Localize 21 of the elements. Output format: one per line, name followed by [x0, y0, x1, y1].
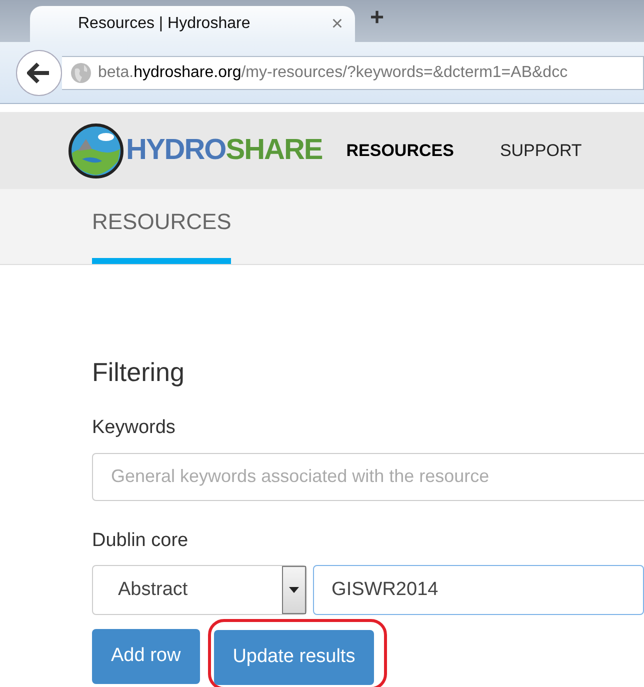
action-button[interactable]: Add row: [92, 629, 200, 684]
nav-link[interactable]: RESOURCES: [346, 138, 454, 164]
back-arrow-icon: [27, 62, 51, 84]
field-label: Dublin core: [92, 528, 190, 553]
new-tab-button[interactable]: +: [370, 0, 384, 36]
browser-tab[interactable]: Resources | Hydroshare ×: [30, 6, 355, 42]
field-label: Keywords: [92, 416, 176, 440]
nav-link[interactable]: SUPPORT: [500, 138, 582, 164]
term-value-field[interactable]: GISWR2014: [312, 565, 644, 616]
tab-title: Resources | Hydroshare: [78, 14, 250, 34]
page-tab[interactable]: RESOURCES: [92, 205, 232, 264]
back-button[interactable]: [16, 50, 62, 96]
logo-text[interactable]: HYDROSHARE: [126, 128, 322, 172]
close-icon[interactable]: ×: [331, 9, 343, 39]
term-select[interactable]: Abstract: [92, 565, 307, 616]
globe-logo-icon: [68, 122, 124, 178]
keywords-field[interactable]: General keywords associated with the resource: [92, 452, 644, 501]
section-heading: Filtering: [92, 357, 186, 388]
caret-icon: [288, 587, 299, 594]
action-button[interactable]: Update results: [214, 630, 374, 685]
globe-icon: [70, 62, 92, 84]
